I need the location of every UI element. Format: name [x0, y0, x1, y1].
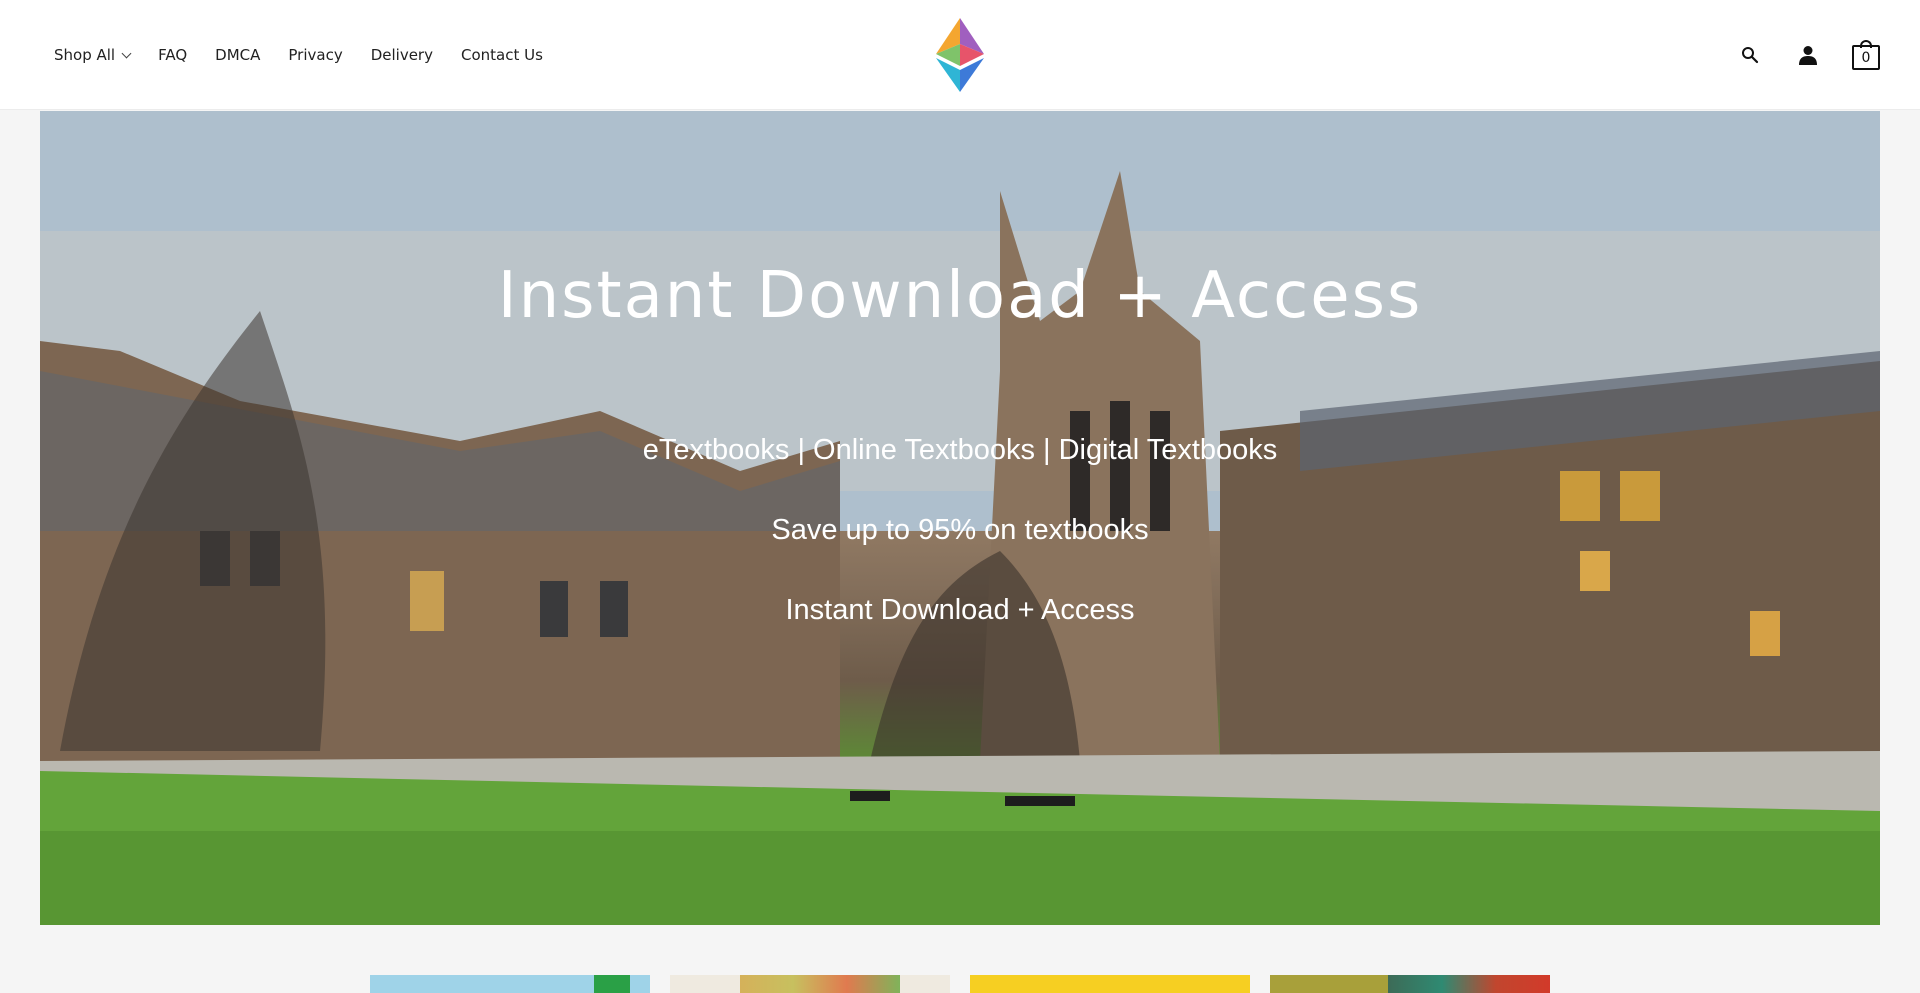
user-icon	[1799, 46, 1817, 65]
hero-title: Instant Download + Access	[497, 259, 1423, 333]
cart-button[interactable]: 0	[1852, 40, 1880, 70]
product-card[interactable]	[370, 975, 650, 993]
product-cover-image	[594, 975, 630, 993]
site-logo[interactable]	[936, 18, 984, 92]
account-button[interactable]	[1794, 41, 1822, 69]
search-button[interactable]	[1736, 41, 1764, 69]
nav-delivery[interactable]: Delivery	[371, 46, 433, 64]
product-cover-image	[1388, 975, 1550, 993]
hero-download: Instant Download + Access	[785, 594, 1135, 626]
ethereum-diamond-logo-icon	[936, 18, 984, 92]
nav-contact[interactable]: Contact Us	[461, 46, 543, 64]
product-card[interactable]	[670, 975, 950, 993]
nav-shop-all-label: Shop All	[54, 46, 116, 64]
header-actions: 0	[1736, 0, 1880, 110]
site-header: Shop All FAQ DMCA Privacy Delivery Conta…	[0, 0, 1920, 110]
product-card[interactable]	[1270, 975, 1550, 993]
nav-faq[interactable]: FAQ	[158, 46, 187, 64]
product-card[interactable]	[970, 975, 1250, 993]
product-cover-image	[740, 975, 900, 993]
nav-shop-all[interactable]: Shop All	[54, 46, 132, 64]
main-nav: Shop All FAQ DMCA Privacy Delivery Conta…	[54, 0, 543, 110]
nav-privacy[interactable]: Privacy	[288, 46, 342, 64]
hero-banner: Instant Download + Access eTextbooks | O…	[40, 111, 1880, 925]
nav-dmca[interactable]: DMCA	[215, 46, 260, 64]
cart-count: 0	[1861, 50, 1871, 66]
search-icon	[1742, 47, 1759, 64]
chevron-down-icon	[121, 48, 132, 58]
hero-subtitle: eTextbooks | Online Textbooks | Digital …	[642, 434, 1278, 466]
hero-savings: Save up to 95% on textbooks	[771, 514, 1149, 546]
